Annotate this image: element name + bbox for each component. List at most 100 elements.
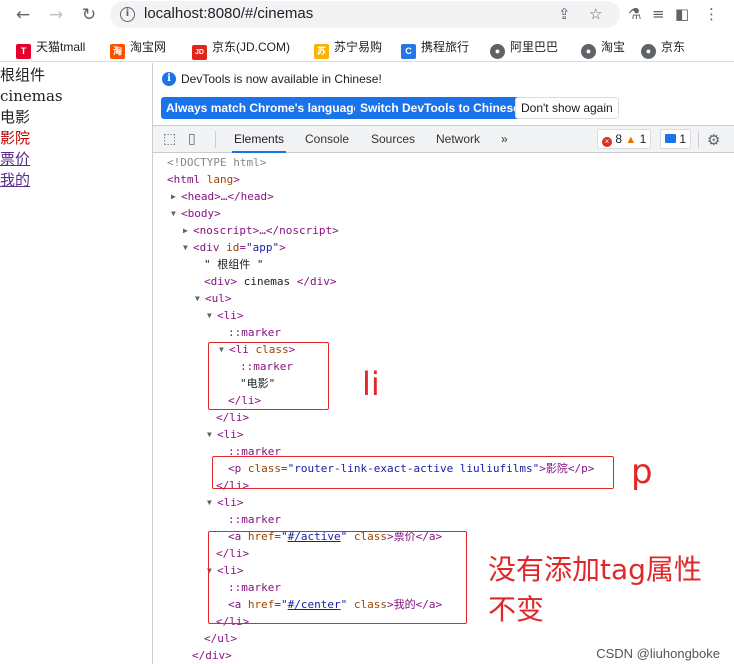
li-node[interactable]: ▼ <li> <box>207 494 244 511</box>
share-icon[interactable]: ⇪ <box>558 5 571 23</box>
bookmark-label: 携程旅行 <box>421 40 470 54</box>
mine-link[interactable]: 我的 <box>0 171 30 189</box>
bookmark-label: 京东(JD.COM) <box>212 40 290 54</box>
root-text-node[interactable]: " 根组件 " <box>204 256 264 273</box>
bookmark-jd[interactable]: JD 京东(JD.COM) <box>192 38 290 60</box>
bookmark-taobao[interactable]: 淘淘宝网 <box>110 38 166 59</box>
li-node[interactable]: ▼ <li> <box>207 307 244 324</box>
site-info-icon[interactable]: i <box>120 7 135 22</box>
app-div-node[interactable]: ▼ <div id="app"> <box>183 239 286 256</box>
noscript-node[interactable]: ▶ <noscript>…</noscript> <box>183 222 339 239</box>
forward-button[interactable]: → <box>45 4 67 26</box>
suning-icon: 苏 <box>314 44 329 59</box>
taobao-icon: 淘 <box>110 44 125 59</box>
film-list-item[interactable]: 电影 <box>0 107 152 128</box>
bookmark-taobao2[interactable]: ● 淘宝 <box>581 38 625 59</box>
bookmark-suning[interactable]: 苏苏宁易购 <box>314 38 382 59</box>
address-bar[interactable]: i localhost:8080/#/cinemas ⇪ ☆ <box>110 1 620 28</box>
bookmark-tmall[interactable]: T 天猫tmall <box>16 38 85 59</box>
infobar-message: DevTools is now available in Chinese! <box>181 72 382 86</box>
bookmark-label: 京东 <box>661 40 686 54</box>
li-node[interactable]: ▼ <li> <box>207 426 244 443</box>
ctrip-icon: C <box>401 44 416 59</box>
price-link[interactable]: 票价 <box>0 150 30 168</box>
toolbar-divider <box>215 131 216 148</box>
warning-count: 1 <box>639 132 647 146</box>
tab-network[interactable]: Network <box>434 126 482 153</box>
tab-console[interactable]: Console <box>303 126 351 153</box>
bookmark-ctrip[interactable]: C 携程旅行 <box>401 38 469 59</box>
bookmark-label: 天猫tmall <box>36 40 86 54</box>
jd-icon: JD <box>192 45 207 60</box>
star-icon[interactable]: ☆ <box>589 5 602 23</box>
url-text[interactable]: localhost:8080/#/cinemas <box>144 5 313 22</box>
annotation-note-line2: 不变 <box>488 593 545 626</box>
head-node[interactable]: ▶ <head>…</head> <box>171 188 274 205</box>
cinema-link[interactable]: 影院 <box>0 128 152 149</box>
issues-counter[interactable]: × 8 ▲ 1 <box>597 129 652 149</box>
bookmark-label: 淘宝 <box>601 40 626 54</box>
collapsed-triangle-icon[interactable]: ▶ <box>183 222 193 239</box>
device-toolbar-icon[interactable]: ▯ <box>188 131 196 147</box>
bookmark-alibaba[interactable]: ● 阿里巴巴 <box>490 38 558 59</box>
annotation-box-p <box>212 456 614 489</box>
root-text: 根组件 <box>0 66 46 84</box>
back-button[interactable]: ← <box>12 4 34 26</box>
warning-icon: ▲ <box>625 134 637 146</box>
expanded-triangle-icon[interactable]: ▼ <box>207 307 217 324</box>
reading-list-icon[interactable]: ≡ <box>652 5 665 23</box>
cinemas-text: cinemas <box>0 87 63 105</box>
collapsed-triangle-icon[interactable]: ▶ <box>171 188 181 205</box>
annotation-box-li <box>208 342 329 410</box>
expanded-triangle-icon[interactable]: ▼ <box>171 205 181 222</box>
flask-icon[interactable]: ⚗ <box>628 5 641 23</box>
annotation-box-a <box>208 531 467 624</box>
globe-icon: ● <box>641 44 656 59</box>
bookmark-label: 淘宝网 <box>130 40 167 54</box>
expanded-triangle-icon[interactable]: ▼ <box>207 426 217 443</box>
devtools-tabbar: ⬚ ▯ Elements Console Sources Network » ×… <box>153 125 734 153</box>
more-tabs-button[interactable]: » <box>499 126 510 153</box>
devtools-language-infobar: i DevTools is now available in Chinese! … <box>153 63 734 125</box>
dont-show-again-button[interactable]: Don't show again <box>515 97 619 119</box>
li-close-node[interactable]: </li> <box>216 409 249 426</box>
tab-sources[interactable]: Sources <box>369 126 417 153</box>
globe-icon: ● <box>490 44 505 59</box>
cinemas-div-node[interactable]: <div> cinemas </div> <box>204 273 336 290</box>
page-viewport: 根组件 cinemas 电影 影院 票价 我的 <box>0 63 152 664</box>
globe-icon: ● <box>581 44 596 59</box>
doctype-node[interactable]: <!DOCTYPE html> <box>167 154 266 171</box>
menu-icon[interactable]: ⋮ <box>704 5 719 23</box>
message-count: 1 <box>679 132 687 146</box>
browser-toolbar: ← → ↻ i localhost:8080/#/cinemas ⇪ ☆ ⚗ ≡… <box>0 0 734 30</box>
messages-counter[interactable]: 1 <box>660 129 692 149</box>
body-node[interactable]: ▼ <body> <box>171 205 221 222</box>
annotation-p-label: p <box>631 452 653 492</box>
watermark: CSDN @liuhongboke <box>596 646 720 661</box>
message-icon <box>665 134 676 143</box>
annotation-note-line1: 没有添加tag属性 <box>488 553 702 586</box>
marker-node[interactable]: ::marker <box>228 511 281 528</box>
bookmark-label: 阿里巴巴 <box>510 40 559 54</box>
bookmark-label: 苏宁易购 <box>334 40 383 54</box>
bookmark-jd2[interactable]: ● 京东 <box>641 38 685 59</box>
div-close-node[interactable]: </div> <box>192 647 232 664</box>
switch-chinese-button[interactable]: Switch DevTools to Chinese <box>355 97 525 119</box>
sidebar-icon[interactable]: ◧ <box>675 5 689 23</box>
tab-elements[interactable]: Elements <box>232 126 287 153</box>
html-node[interactable]: <html lang> <box>167 171 240 188</box>
expanded-triangle-icon[interactable]: ▼ <box>183 239 193 256</box>
settings-gear-icon[interactable]: ⚙ <box>707 131 720 149</box>
inspect-element-icon[interactable]: ⬚ <box>163 131 176 147</box>
expanded-triangle-icon[interactable]: ▼ <box>195 290 205 307</box>
tmall-icon: T <box>16 44 31 59</box>
toolbar-divider <box>698 131 699 148</box>
ul-node[interactable]: ▼ <ul> <box>195 290 232 307</box>
marker-node[interactable]: ::marker <box>228 324 281 341</box>
error-count: 8 <box>615 132 623 146</box>
info-icon: i <box>162 72 176 86</box>
match-language-button[interactable]: Always match Chrome's language <box>161 97 366 119</box>
ul-close-node[interactable]: </ul> <box>204 630 237 647</box>
reload-button[interactable]: ↻ <box>78 4 100 26</box>
expanded-triangle-icon[interactable]: ▼ <box>207 494 217 511</box>
